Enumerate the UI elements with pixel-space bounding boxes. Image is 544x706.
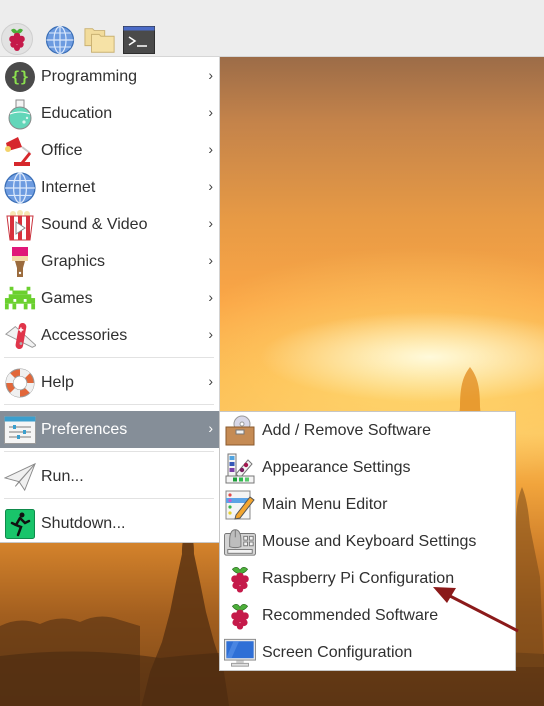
chevron-right-icon: › bbox=[208, 420, 213, 436]
menu-item-games[interactable]: Games › bbox=[0, 280, 219, 317]
menu-item-label: Help bbox=[41, 373, 74, 391]
preferences-sliders-icon bbox=[4, 414, 36, 446]
mouse-keyboard-icon bbox=[224, 526, 256, 558]
programming-braces-icon: {} bbox=[4, 61, 36, 93]
menu-item-label: Sound & Video bbox=[41, 215, 148, 233]
menu-item-label: Preferences bbox=[41, 420, 128, 438]
preferences-submenu: Add / Remove Software Appearance Setting… bbox=[219, 411, 516, 671]
menu-item-label: Office bbox=[41, 141, 83, 159]
menu-item-accessories[interactable]: Accessories › bbox=[0, 317, 219, 354]
terminal-launcher[interactable] bbox=[123, 24, 155, 56]
menu-separator bbox=[4, 357, 214, 358]
main-menu: {} Programming › Education › Office › In… bbox=[0, 57, 220, 543]
svg-text:{}: {} bbox=[11, 68, 29, 86]
desk-lamp-icon bbox=[4, 135, 36, 167]
chevron-right-icon: › bbox=[208, 178, 213, 194]
pocket-knife-icon bbox=[4, 320, 36, 352]
submenu-item-add-remove-software[interactable]: Add / Remove Software bbox=[220, 412, 515, 449]
menu-editor-pencil-icon bbox=[224, 489, 256, 521]
menu-item-label: Run... bbox=[41, 467, 84, 485]
submenu-item-screen-configuration[interactable]: Screen Configuration bbox=[220, 634, 515, 671]
flask-icon bbox=[4, 98, 36, 130]
raspberry-icon bbox=[224, 600, 256, 632]
raspberry-icon bbox=[224, 563, 256, 595]
lifebuoy-icon bbox=[4, 367, 36, 399]
chevron-right-icon: › bbox=[208, 326, 213, 342]
menu-item-help[interactable]: Help › bbox=[0, 364, 219, 401]
submenu-item-appearance-settings[interactable]: Appearance Settings bbox=[220, 449, 515, 486]
menu-separator bbox=[4, 404, 214, 405]
chevron-right-icon: › bbox=[208, 289, 213, 305]
terminal-icon bbox=[123, 26, 155, 54]
menu-item-education[interactable]: Education › bbox=[0, 95, 219, 132]
submenu-item-recommended-software[interactable]: Recommended Software bbox=[220, 597, 515, 634]
chevron-right-icon: › bbox=[208, 104, 213, 120]
web-browser-launcher[interactable] bbox=[44, 24, 76, 56]
menu-item-graphics[interactable]: Graphics › bbox=[0, 243, 219, 280]
menu-separator bbox=[4, 498, 214, 499]
menu-item-label: Shutdown... bbox=[41, 514, 126, 532]
chevron-right-icon: › bbox=[208, 141, 213, 157]
file-manager-launcher[interactable] bbox=[84, 24, 116, 56]
monitor-icon bbox=[224, 637, 256, 669]
submenu-item-main-menu-editor[interactable]: Main Menu Editor bbox=[220, 486, 515, 523]
chevron-right-icon: › bbox=[208, 373, 213, 389]
menu-item-preferences[interactable]: Preferences › bbox=[0, 411, 219, 448]
submenu-item-raspberry-pi-configuration[interactable]: Raspberry Pi Configuration bbox=[220, 560, 515, 597]
chevron-right-icon: › bbox=[208, 215, 213, 231]
globe-icon bbox=[4, 171, 36, 204]
submenu-item-label: Screen Configuration bbox=[262, 643, 413, 661]
submenu-item-label: Main Menu Editor bbox=[262, 495, 388, 513]
menu-item-label: Graphics bbox=[41, 252, 106, 270]
menu-item-internet[interactable]: Internet › bbox=[0, 169, 219, 206]
popcorn-play-icon bbox=[4, 209, 36, 241]
menu-item-label: Internet bbox=[41, 178, 96, 196]
menu-item-label: Programming bbox=[41, 67, 138, 85]
chevron-right-icon: › bbox=[208, 67, 213, 83]
software-box-icon bbox=[224, 415, 256, 447]
menu-item-programming[interactable]: {} Programming › bbox=[0, 58, 219, 95]
submenu-item-label: Raspberry Pi Configuration bbox=[262, 569, 455, 587]
menu-button[interactable] bbox=[1, 23, 33, 55]
paintbrush-icon bbox=[4, 246, 36, 278]
space-invader-icon bbox=[4, 283, 36, 315]
submenu-item-label: Mouse and Keyboard Settings bbox=[262, 532, 477, 550]
globe-icon bbox=[45, 25, 75, 55]
color-swatch-icon bbox=[224, 452, 256, 484]
menu-item-sound-video[interactable]: Sound & Video › bbox=[0, 206, 219, 243]
submenu-item-label: Add / Remove Software bbox=[262, 421, 431, 439]
taskbar-panel bbox=[0, 0, 544, 57]
chevron-right-icon: › bbox=[208, 252, 213, 268]
menu-item-label: Games bbox=[41, 289, 93, 307]
paper-plane-icon bbox=[4, 461, 36, 493]
raspberry-icon bbox=[9, 28, 25, 51]
submenu-item-mouse-keyboard-settings[interactable]: Mouse and Keyboard Settings bbox=[220, 523, 515, 560]
folder-icon bbox=[84, 28, 115, 53]
menu-item-run[interactable]: Run... bbox=[0, 458, 219, 495]
submenu-item-label: Appearance Settings bbox=[262, 458, 411, 476]
menu-separator bbox=[4, 451, 214, 452]
submenu-item-label: Recommended Software bbox=[262, 606, 439, 624]
running-exit-icon bbox=[4, 508, 36, 540]
menu-item-office[interactable]: Office › bbox=[0, 132, 219, 169]
menu-item-label: Education bbox=[41, 104, 113, 122]
menu-item-label: Accessories bbox=[41, 326, 128, 344]
menu-item-shutdown[interactable]: Shutdown... bbox=[0, 505, 219, 542]
